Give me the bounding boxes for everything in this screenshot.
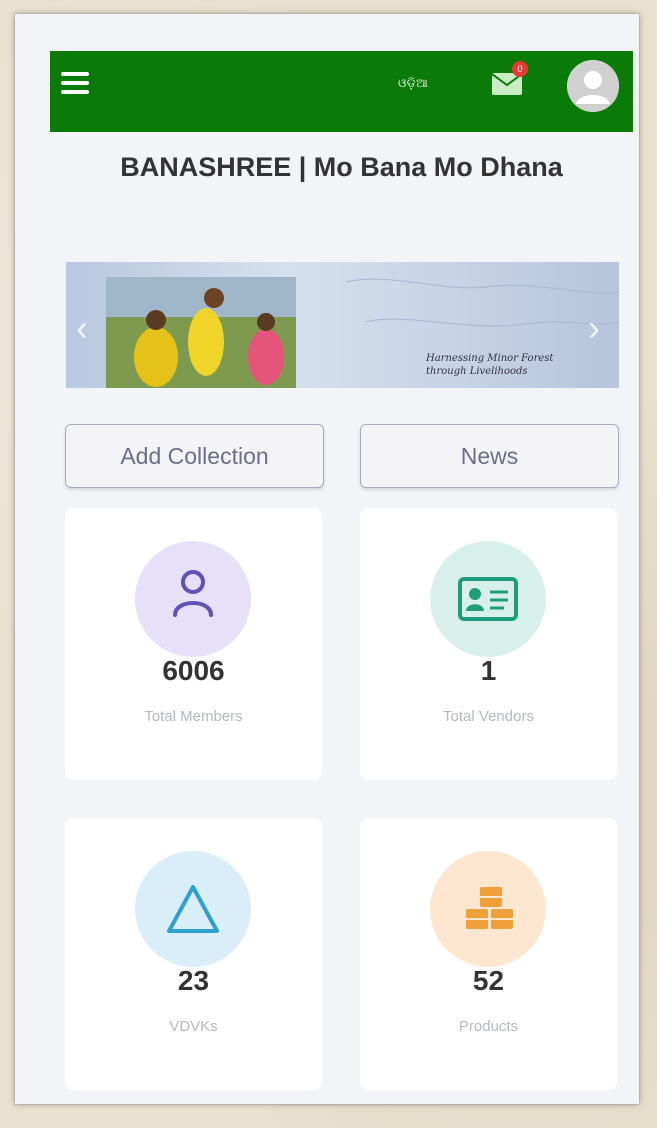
stat-card-members[interactable]: 6006 Total Members [65,508,322,780]
boxes-icon [430,851,546,967]
stat-label: VDVKs [169,1018,218,1035]
add-collection-button[interactable]: Add Collection [65,424,324,488]
notification-badge: 0 [512,61,528,77]
chevron-left-icon[interactable]: ‹ [76,307,88,349]
language-toggle[interactable]: ଓଡ଼ିଆ [398,76,428,91]
triangle-icon [135,851,251,967]
stat-value: 6006 [162,655,225,686]
user-icon [135,541,251,657]
stat-card-products[interactable]: 52 Products [360,818,617,1090]
banner-caption: Harnessing Minor Forest through Liveliho… [426,353,554,377]
id-card-icon [430,541,546,657]
stat-label: Total Vendors [443,708,534,725]
page-title: BANASHREE | Mo Bana Mo Dhana [120,152,563,182]
stat-value: 1 [480,655,497,686]
stat-label: Products [458,1018,519,1035]
stat-label: Total Members [144,708,243,725]
avatar[interactable] [567,60,619,112]
mail-icon[interactable]: 0 [490,61,530,103]
stat-card-vdvks[interactable]: 23 VDVKs [65,818,322,1090]
stat-value: 23 [177,965,210,996]
banner-carousel[interactable]: Harnessing Minor Forest through Liveliho… [66,262,619,388]
chevron-right-icon[interactable]: › [588,307,600,349]
app-bar: ଓଡ଼ିଆ 0 [50,51,633,132]
menu-icon[interactable] [61,72,89,94]
stat-card-vendors[interactable]: 1 Total Vendors [360,508,617,780]
news-button[interactable]: News [360,424,619,488]
stat-value: 52 [472,965,505,996]
